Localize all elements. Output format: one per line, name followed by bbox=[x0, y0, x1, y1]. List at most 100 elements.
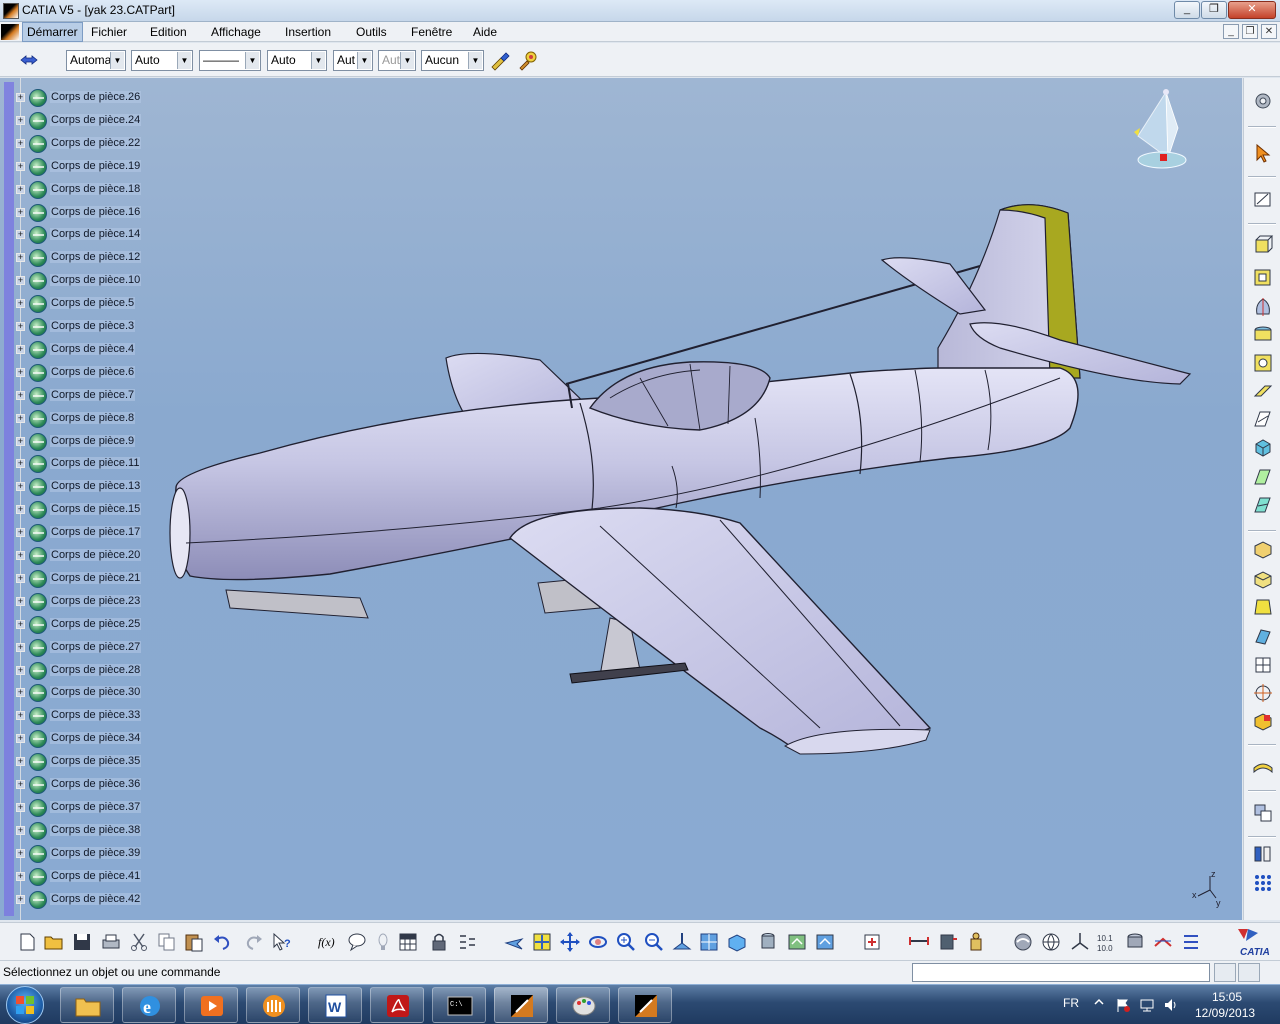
chevron-up-icon[interactable] bbox=[1092, 995, 1106, 1009]
update-icon[interactable] bbox=[861, 931, 883, 953]
tree-node-label[interactable]: Corps de pièce.10 bbox=[50, 274, 142, 287]
menu-outils[interactable]: Outils bbox=[352, 22, 391, 42]
part-body-icon[interactable] bbox=[29, 409, 47, 428]
tree-node-label[interactable]: Corps de pièce.37 bbox=[50, 800, 142, 813]
part-body-icon[interactable] bbox=[29, 203, 47, 222]
boolean-icon[interactable] bbox=[1252, 802, 1274, 824]
expand-icon[interactable]: + bbox=[16, 894, 25, 904]
part-body-icon[interactable] bbox=[29, 226, 47, 245]
mdi-close-button[interactable]: ✕ bbox=[1261, 24, 1277, 39]
tree-node-label[interactable]: Corps de pièce.6 bbox=[50, 365, 136, 378]
part-body-icon[interactable] bbox=[29, 844, 47, 863]
part-body-icon[interactable] bbox=[29, 157, 47, 176]
clock-time[interactable]: 15:05 bbox=[1212, 990, 1242, 1004]
shaft-icon[interactable] bbox=[1252, 296, 1274, 318]
taskbar-app-orange[interactable] bbox=[246, 987, 300, 1023]
stiffener-icon[interactable] bbox=[1252, 436, 1274, 458]
multi-section-solid-icon[interactable] bbox=[1252, 466, 1274, 488]
part-body-icon[interactable] bbox=[29, 867, 47, 886]
expand-icon[interactable]: + bbox=[16, 93, 25, 102]
part-body-icon[interactable] bbox=[29, 638, 47, 657]
part-body-icon[interactable] bbox=[29, 615, 47, 634]
menu-edition[interactable]: Edition bbox=[146, 22, 191, 42]
chevron-down-icon[interactable]: ▼ bbox=[311, 52, 325, 69]
mdi-restore-button[interactable]: ❐ bbox=[1242, 24, 1258, 39]
select-cursor-icon[interactable] bbox=[1252, 142, 1274, 164]
tree-node-label[interactable]: Corps de pièce.36 bbox=[50, 778, 142, 790]
menu-fenetre[interactable]: Fenêtre bbox=[407, 22, 456, 42]
expand-icon[interactable]: + bbox=[16, 573, 25, 583]
tree-node-label[interactable]: Corps de pièce.42 bbox=[50, 892, 142, 905]
fillet-icon[interactable] bbox=[1252, 538, 1274, 560]
part-body-icon[interactable] bbox=[29, 730, 47, 749]
expand-icon[interactable]: + bbox=[16, 390, 25, 400]
light-bulb-icon[interactable] bbox=[372, 931, 394, 953]
expand-icon[interactable]: + bbox=[16, 367, 25, 377]
close-button[interactable]: ✕ bbox=[1228, 1, 1276, 19]
chevron-down-icon[interactable]: ▼ bbox=[110, 52, 124, 69]
properties-brush-icon[interactable] bbox=[516, 49, 538, 71]
hole-icon[interactable] bbox=[1252, 324, 1274, 346]
expand-icon[interactable]: + bbox=[16, 115, 25, 125]
part-body-icon[interactable] bbox=[29, 386, 47, 405]
tree-node-label[interactable]: Corps de pièce.9 bbox=[50, 434, 136, 447]
3d-viewport[interactable]: + Corps de pièce.26 + Corps de pièce.24 + Cor… bbox=[0, 78, 1242, 920]
paste-icon[interactable] bbox=[183, 931, 205, 953]
shading-icon[interactable] bbox=[757, 931, 779, 953]
zoom-out-icon[interactable] bbox=[643, 931, 665, 953]
part-body-icon[interactable] bbox=[29, 707, 47, 726]
expand-icon[interactable]: + bbox=[16, 184, 25, 194]
catia-app-icon[interactable] bbox=[3, 3, 19, 19]
expand-icon[interactable]: + bbox=[16, 459, 25, 469]
expand-icon[interactable]: + bbox=[16, 802, 25, 812]
pad-icon[interactable] bbox=[1252, 234, 1274, 256]
expand-icon[interactable]: + bbox=[16, 665, 25, 675]
thickness-combo[interactable]: Auto ▼ bbox=[267, 50, 327, 71]
grid-values-icon[interactable]: 10.110.0 bbox=[1096, 931, 1118, 953]
clock-date[interactable]: 12/09/2013 bbox=[1195, 1006, 1255, 1020]
surface-icon[interactable] bbox=[1252, 756, 1274, 778]
tree-node-label[interactable]: Corps de pièce.16 bbox=[50, 205, 142, 218]
expand-icon[interactable]: + bbox=[16, 780, 25, 789]
part-body-icon[interactable] bbox=[29, 478, 47, 497]
expand-icon[interactable]: + bbox=[16, 711, 25, 721]
expand-icon[interactable]: + bbox=[16, 138, 25, 148]
lock-icon[interactable] bbox=[428, 931, 450, 953]
layer-combo[interactable]: Aucun ▼ bbox=[421, 50, 484, 71]
tree-node-label[interactable]: Corps de pièce.3 bbox=[50, 320, 136, 332]
transparency-combo[interactable]: Auto ▼ bbox=[131, 50, 193, 71]
measure-item-icon[interactable] bbox=[937, 931, 959, 953]
save-icon[interactable] bbox=[71, 931, 93, 953]
redo-icon[interactable] bbox=[243, 931, 265, 953]
tree-node-label[interactable]: Corps de pièce.17 bbox=[50, 526, 142, 539]
tree-node-label[interactable]: Corps de pièce.18 bbox=[50, 182, 142, 195]
part-body-icon[interactable] bbox=[29, 776, 47, 794]
tree-node-label[interactable]: Corps de pièce.19 bbox=[50, 159, 142, 172]
removed-multi-section-icon[interactable] bbox=[1252, 494, 1274, 516]
swap-visible-space-icon[interactable] bbox=[814, 931, 836, 953]
expand-icon[interactable]: + bbox=[16, 528, 25, 538]
pattern-icon[interactable] bbox=[1252, 872, 1274, 894]
part-body-icon[interactable] bbox=[29, 592, 47, 611]
expand-icon[interactable]: + bbox=[16, 871, 25, 881]
tree-node-label[interactable]: Corps de pièce.15 bbox=[50, 503, 142, 516]
expand-icon[interactable]: + bbox=[16, 322, 25, 331]
part-body-icon[interactable] bbox=[29, 340, 47, 359]
taskbar-internet-explorer[interactable]: e bbox=[122, 987, 176, 1023]
list-icon[interactable] bbox=[1180, 931, 1202, 953]
whats-this-help-icon[interactable]: ? bbox=[271, 931, 293, 953]
mdi-minimize-button[interactable]: _ bbox=[1223, 24, 1239, 39]
cut-icon[interactable] bbox=[128, 931, 150, 953]
copy-icon[interactable] bbox=[156, 931, 178, 953]
tree-node-label[interactable]: Corps de pièce.35 bbox=[50, 755, 142, 768]
tree-scrollbar[interactable] bbox=[4, 82, 14, 916]
zoom-in-icon[interactable] bbox=[615, 931, 637, 953]
expand-icon[interactable]: + bbox=[16, 482, 25, 492]
rotate-icon[interactable] bbox=[587, 931, 609, 953]
iso-view-icon[interactable] bbox=[726, 931, 748, 953]
mass-properties-icon[interactable] bbox=[965, 931, 987, 953]
expand-icon[interactable]: + bbox=[16, 413, 25, 423]
taskbar-paint[interactable] bbox=[556, 987, 610, 1023]
airplane-3d-model[interactable] bbox=[0, 78, 1242, 920]
menu-fichier[interactable]: Fichier bbox=[87, 22, 131, 42]
